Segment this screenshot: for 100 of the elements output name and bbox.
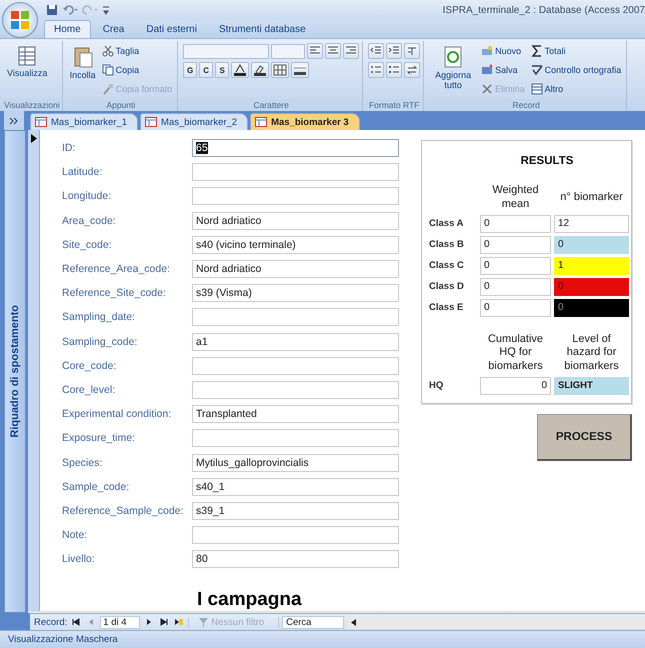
ribbon-button[interactable]: Incolla [68,43,98,83]
field-label: Core_code: [62,360,118,372]
list-icon [530,83,543,95]
group-label: Carattere [180,99,362,111]
app-menu-button[interactable] [2,2,38,38]
ribbon-tab[interactable]: Strumenti database [208,20,316,38]
text-field[interactable]: 0 [480,278,551,296]
align-center-icon[interactable] [327,46,340,56]
group-label: Record [426,99,626,111]
indent-icon[interactable] [388,46,400,56]
scroll-left-icon[interactable] [351,618,356,626]
status-text: Visualizzazione Maschera [8,634,118,645]
text-field[interactable]: 0 [480,376,551,395]
ribbon-button[interactable]: Totali [528,43,568,59]
search-field[interactable]: Cerca [282,616,344,628]
last-record-icon [160,618,168,626]
align-left-icon[interactable] [309,46,322,56]
format-button[interactable]: S [215,62,230,78]
new-record-button[interactable] [173,618,186,626]
bullet-list-icon[interactable] [370,65,382,75]
gridlines-icon[interactable] [273,64,288,76]
count-field[interactable]: 0 [554,236,629,254]
class-label: Class D [429,281,465,292]
text-direction-icon[interactable] [406,65,418,75]
document-tab[interactable]: Mas_biomarker_1 [30,113,138,130]
field-label: Reference_Site_code: [62,287,167,300]
table-icon [16,45,38,67]
text-field[interactable]: Mytilus_galloprovincialis [192,454,399,472]
ribbon-tab[interactable]: Dati esterni [136,20,207,38]
text-field[interactable] [192,187,399,206]
field-label: ID: [62,142,76,154]
highlight-icon[interactable] [253,64,268,76]
customize-icon[interactable] [102,4,110,16]
text-field[interactable]: s39 (Visma) [192,284,399,302]
field-label: Note: [62,529,88,542]
class-label: Class A [429,218,464,229]
document-tab[interactable]: Mas_biomarker_2 [140,113,248,130]
previous-record-icon [87,618,96,626]
ribbon-button[interactable]: Taglia [100,43,142,59]
first-record-button[interactable] [70,618,82,626]
text-field[interactable]: 0 [480,236,551,254]
save-icon [481,64,494,76]
text-field[interactable]: Nord adriatico [192,260,399,278]
text-field[interactable]: Nord adriatico [192,212,399,230]
expand-pane-button[interactable] [4,111,24,130]
text-field[interactable]: s40_1 [192,478,399,496]
record-pointer-icon [30,134,36,143]
text-field[interactable] [192,163,399,182]
text-field[interactable]: 65 [192,139,399,158]
field-label: Exposure_time: [62,432,136,444]
ribbon-button[interactable]: Visualizza [5,43,50,81]
ribbon-button[interactable]: Salva [479,62,520,78]
text-field[interactable] [192,429,399,448]
record-position-field[interactable]: 1 di 4 [100,616,140,628]
count-field[interactable]: 0 [554,298,629,316]
column-header: Cumulative HQ for biomarkers [486,332,544,374]
hazard-field[interactable]: SLIGHT [554,376,629,395]
ribbon-button[interactable]: Nuovo [479,43,524,59]
numbered-list-icon[interactable] [388,65,400,75]
field-label: Longitude: [62,190,112,202]
text-field[interactable] [192,308,399,326]
count-field[interactable]: 1 [554,256,629,274]
outdent-icon[interactable] [370,46,382,56]
ribbon-tab[interactable]: Crea [92,20,134,38]
count-field[interactable]: 12 [554,214,629,232]
format-button[interactable]: G [183,62,198,78]
form-icon [145,117,158,127]
delete-icon [481,83,494,95]
ribbon-tab[interactable]: Home [44,20,91,38]
text-field[interactable] [192,356,399,375]
align-right-icon[interactable] [345,46,358,56]
font-color-icon[interactable] [233,64,248,76]
text-field[interactable]: 0 [480,298,551,316]
field-label: Livello: [62,553,96,566]
text-field[interactable]: s39_1 [192,502,399,520]
text-field[interactable] [192,380,399,399]
ribbon-button[interactable]: Controllo ortografia [528,62,624,78]
text-field[interactable]: 80 [192,550,399,568]
paragraph-icon[interactable] [406,46,418,56]
refresh-icon [442,45,464,69]
document-tab[interactable]: Mas_biomarker 3 [250,113,360,130]
text-field[interactable]: s40 (vicino terminale) [192,236,399,254]
text-field[interactable]: Transplanted [192,405,399,424]
navigation-pane-toggle[interactable]: Riquadro di spostamento [4,130,26,613]
text-field[interactable] [192,526,399,544]
format-button[interactable]: C [199,62,214,78]
brush-icon [102,83,114,95]
undo-icon[interactable] [62,4,78,16]
ribbon-button[interactable]: Altro [528,81,566,97]
ribbon-button[interactable]: Copia [100,62,142,78]
group-label: Appunti [64,99,178,111]
text-field[interactable]: a1 [192,332,399,351]
text-field[interactable]: 0 [480,214,551,232]
text-field[interactable]: 0 [480,256,551,274]
ribbon-button[interactable]: Aggiorna tutto [429,43,478,93]
class-label: Class C [429,260,465,271]
save-icon[interactable] [46,4,58,16]
last-record-button[interactable] [158,618,170,626]
class-label: Class E [429,302,464,313]
process-button[interactable]: PROCESS [537,414,632,461]
